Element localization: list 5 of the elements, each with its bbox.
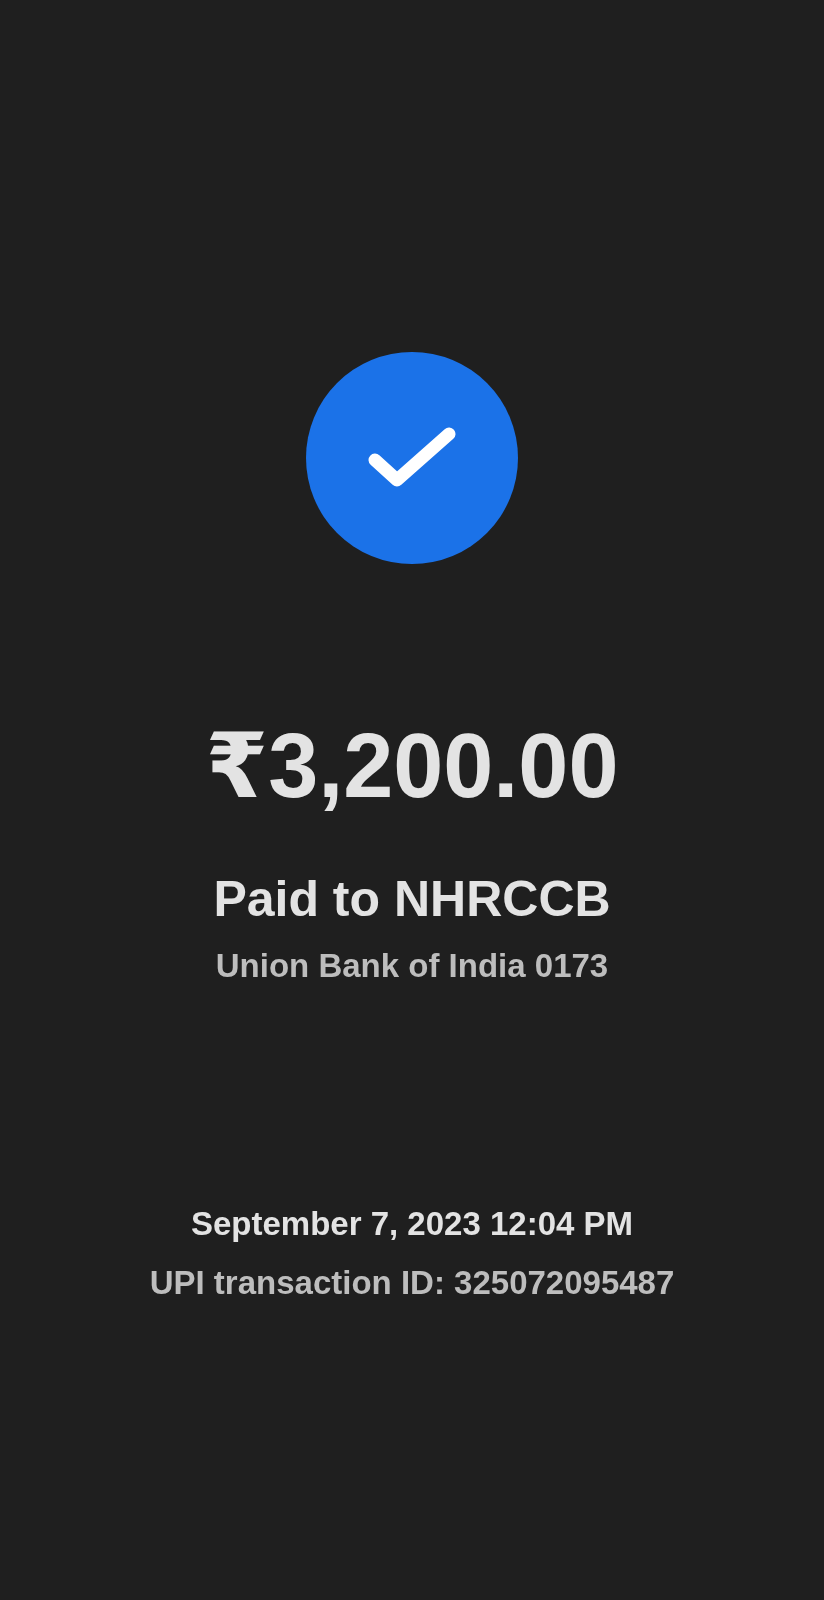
payee-name: Paid to NHRCCB (213, 870, 611, 928)
transaction-date: September 7, 2023 12:04 PM (190, 1204, 634, 1244)
bank-account: Union Bank of India 0173 (215, 946, 609, 986)
transaction-id: UPI transaction ID: 325072095487 (149, 1263, 675, 1303)
amount: ₹3,200.00 (205, 715, 619, 818)
